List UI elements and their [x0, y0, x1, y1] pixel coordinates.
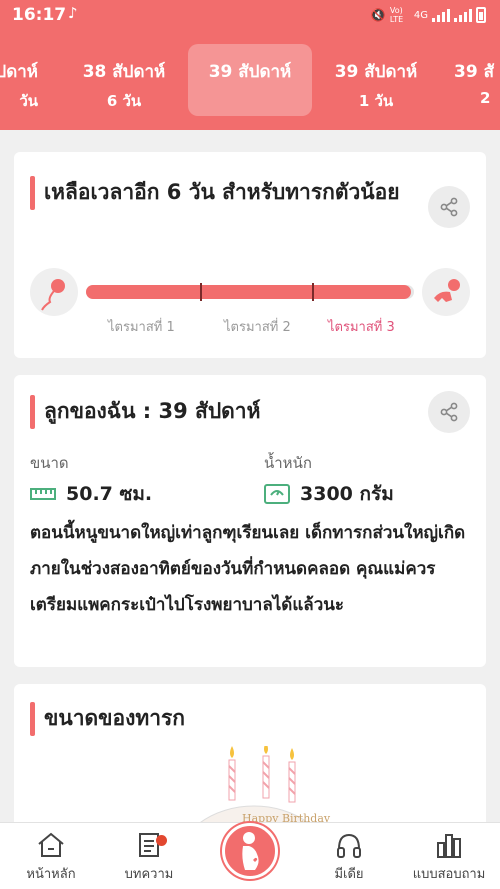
week-tab-days: 2 — [480, 89, 491, 107]
signal-icon-2 — [454, 8, 472, 22]
pregnancy-progress: ไตรมาสที่ 1 ไตรมาสที่ 2 ไตรมาสที่ 3 — [30, 268, 470, 348]
nav-media-label: มีเดีย — [334, 867, 364, 882]
status-icons: 🔇 Vo) LTE 4G — [371, 6, 486, 24]
week-tab-next[interactable]: 39 สัปดาห์ 1 วัน — [314, 44, 438, 116]
trimester-divider — [200, 283, 202, 301]
nav-home[interactable]: หน้าหลัก — [6, 831, 96, 884]
week-tab-next2[interactable]: 39 สั 2 — [440, 44, 500, 116]
weight-value: 3300 กรัม — [300, 483, 394, 505]
week-tab-days: 1 วัน — [358, 92, 394, 110]
nav-media[interactable]: มีเดีย — [304, 831, 394, 884]
size-value-row: 50.7 ซม. — [30, 479, 152, 509]
nav-articles[interactable]: บทความ — [104, 831, 194, 884]
title-accent-bar — [30, 702, 35, 736]
title-accent-bar — [30, 395, 35, 429]
trimester-3-label: ไตรมาสที่ 3 — [328, 320, 395, 335]
week-tab-days: วัน — [19, 92, 38, 110]
weight-value-row: 3300 กรัม — [264, 479, 394, 509]
share-button[interactable] — [428, 391, 470, 433]
size-value: 50.7 ซม. — [66, 483, 153, 505]
nav-quiz-label: แบบสอบถาม — [412, 867, 486, 882]
pregnancy-center-button[interactable] — [222, 823, 278, 879]
crawling-baby-icon — [422, 268, 470, 316]
progress-fill — [86, 285, 411, 299]
title-accent-bar — [30, 176, 35, 210]
pregnant-woman-icon — [242, 832, 259, 870]
countdown-card: เหลือเวลาอีก 6 วัน สำหรับทารกตัวน้อย ไตร… — [14, 152, 486, 358]
network-label: 4G — [413, 9, 428, 21]
size-section-title-text: ขนาดของทารก — [44, 706, 185, 730]
weight-label: น้ำหนัก — [264, 454, 312, 472]
countdown-title-text: เหลือเวลาอีก 6 วัน สำหรับทารกตัวน้อย — [44, 180, 400, 204]
baby-size-card: ขนาดของทารก Happy Birthday — [14, 684, 486, 844]
baby-info-card: ลูกของฉัน : 39 สัปดาห์ ขนาด น้ำหนัก 50.7… — [14, 375, 486, 667]
nav-quiz[interactable]: แบบสอบถาม — [404, 831, 494, 884]
mute-icon: 🔇 — [370, 8, 386, 22]
ruler-icon — [30, 488, 56, 500]
signal-icon — [432, 8, 450, 22]
nav-home-label: หน้าหลัก — [26, 867, 76, 882]
week-tab-title: 39 สั — [454, 62, 494, 82]
week-tab-title: ปดาห์ — [0, 62, 38, 82]
share-icon — [440, 402, 458, 422]
nav-articles-label: บทความ — [124, 867, 174, 882]
week-tab-prev2[interactable]: ปดาห์ วัน — [0, 44, 38, 116]
share-icon — [440, 197, 458, 217]
home-icon — [38, 832, 64, 857]
notification-badge — [156, 835, 167, 846]
baby-title-text: ลูกของฉัน : 39 สัปดาห์ — [44, 399, 261, 423]
sperm-egg-icon — [30, 268, 78, 316]
trimester-1-label: ไตรมาสที่ 1 — [108, 320, 175, 335]
status-bar: 16:17 ♪ 🔇 Vo) LTE 4G — [0, 0, 500, 30]
bar-chart-icon — [437, 834, 461, 858]
trimester-2-label: ไตรมาสที่ 2 — [224, 320, 291, 335]
bottom-nav: หน้าหลัก บทความ มีเดีย แบบสอบถาม — [0, 822, 500, 889]
headphones-icon — [337, 833, 361, 858]
size-label: ขนาด — [30, 454, 69, 472]
baby-description: ตอนนี้หนูขนาดใหญ่เท่าลูกฑุเรียนเลย เด็กท… — [30, 523, 466, 615]
status-time: 16:17 — [12, 5, 67, 25]
size-section-title: ขนาดของทารก — [30, 700, 420, 736]
progress-track — [86, 283, 414, 301]
week-tab-prev[interactable]: 38 สัปดาห์ 6 วัน — [62, 44, 186, 116]
volte-label: Vo) LTE — [389, 6, 404, 24]
scale-icon — [264, 484, 290, 504]
trimester-divider — [312, 283, 314, 301]
week-tab-title: 39 สัปดาห์ — [334, 62, 418, 82]
week-selector: ปดาห์ วัน 38 สัปดาห์ 6 วัน 39 สัปดาห์ 39… — [0, 30, 500, 130]
baby-title: ลูกของฉัน : 39 สัปดาห์ — [30, 393, 420, 429]
week-tab-title: 38 สัปดาห์ — [82, 62, 166, 82]
week-tab-current[interactable]: 39 สัปดาห์ — [188, 44, 312, 116]
tiktok-icon: ♪ — [68, 4, 78, 22]
battery-icon — [476, 7, 486, 23]
week-tab-days: 6 วัน — [106, 92, 142, 110]
share-button[interactable] — [428, 186, 470, 228]
week-tab-title: 39 สัปดาห์ — [208, 62, 292, 82]
countdown-title: เหลือเวลาอีก 6 วัน สำหรับทารกตัวน้อย — [30, 174, 420, 210]
